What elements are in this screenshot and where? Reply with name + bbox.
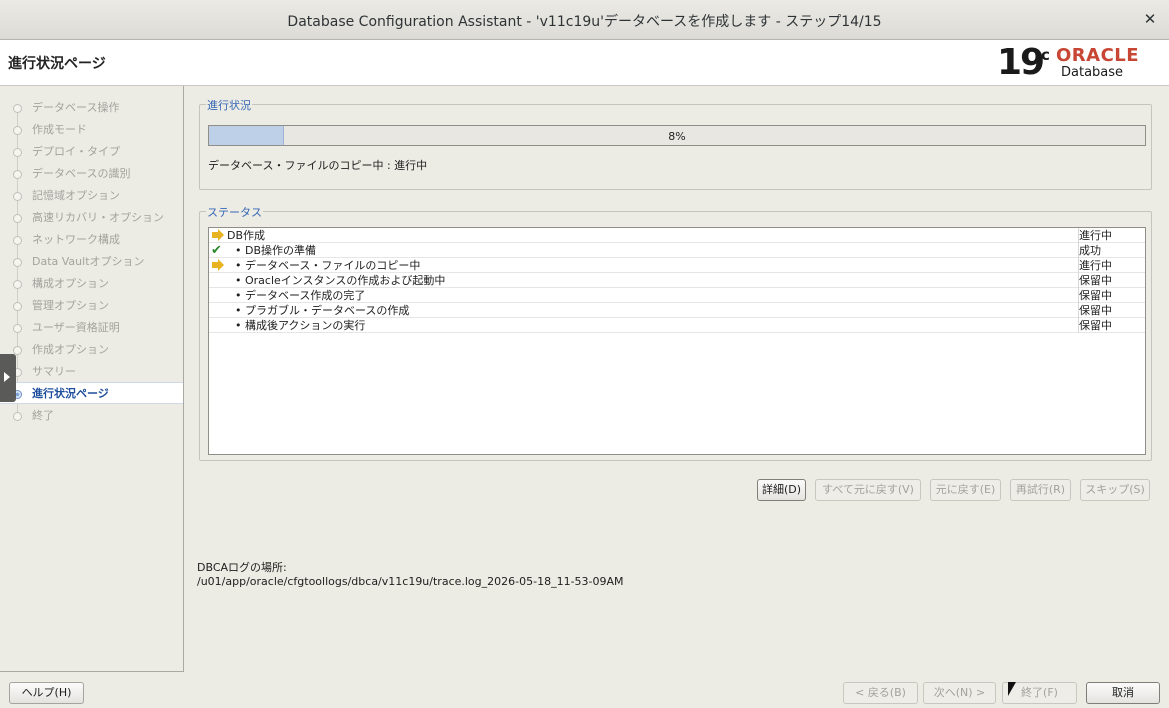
close-icon[interactable]: ✕ [1141,9,1159,29]
task-name: • 構成後アクションの実行 [235,319,366,332]
step-creation-options[interactable]: 作成オプション [0,339,183,361]
log-location-title: DBCAログの場所: [197,561,287,574]
step-dot-icon [13,258,22,267]
step-finish[interactable]: 終了 [0,405,183,427]
step-label: 作成オプション [32,343,109,356]
page-header: 進行状況ページ 19 c ORACLE Database [0,40,1169,86]
details-button[interactable]: 詳細(D) [757,479,806,501]
task-name: • Oracleインスタンスの作成および起動中 [235,274,446,287]
step-database-identification[interactable]: データベースの識別 [0,163,183,185]
progress-bar: 8% [208,125,1146,146]
progress-legend: 進行状況 [206,97,252,113]
logo-brand: ORACLE [1056,45,1140,66]
step-label: データベースの識別 [32,167,131,180]
step-dot-icon [13,192,22,201]
back-button[interactable]: < 戻る(B) [843,682,918,704]
table-row[interactable]: • Oracleインスタンスの作成および起動中 保留中 [209,273,1145,288]
revert-all-button[interactable]: すべて元に戻す(V) [815,479,921,501]
task-name: • DB操作の準備 [235,244,317,257]
revert-button[interactable]: 元に戻す(E) [930,479,1001,501]
logo-version: 19 [997,42,1045,83]
task-name: • データベース・ファイルのコピー中 [235,259,421,272]
table-row[interactable]: • データベース作成の完了 保留中 [209,288,1145,303]
step-label: デプロイ・タイプ [32,145,120,158]
window-titlebar: Database Configuration Assistant - 'v11c… [0,0,1169,40]
next-button[interactable]: 次へ(N) > [923,682,996,704]
step-dot-icon [13,214,22,223]
logo-product: Database [1061,65,1124,80]
step-fast-recovery-options[interactable]: 高速リカバリ・オプション [0,207,183,229]
task-status: 成功 [1078,243,1145,258]
log-location-path: /u01/app/oracle/cfgtoollogs/dbca/v11c19u… [197,575,624,588]
mouse-pointer-icon [1008,682,1016,696]
task-status: 保留中 [1078,303,1145,318]
step-label: 進行状況ページ [32,387,109,400]
step-data-vault-options[interactable]: Data Vaultオプション [0,251,183,273]
step-storage-options[interactable]: 記憶域オプション [0,185,183,207]
step-deploy-type[interactable]: デプロイ・タイプ [0,141,183,163]
step-dot-icon [13,324,22,333]
step-management-options[interactable]: 管理オプション [0,295,183,317]
step-label: 作成モード [32,123,87,136]
step-dot-icon [13,236,22,245]
step-dot-icon [13,280,22,289]
step-dot-icon [13,412,22,421]
table-row[interactable]: ✔ • DB操作の準備 成功 [209,243,1145,258]
steps-sidebar: データベース操作 作成モード デプロイ・タイプ データベースの識別 記憶域オプシ… [0,86,184,672]
status-table[interactable]: DB作成 進行中 ✔ • DB操作の準備 成功 • データベース・ファイルのコピ… [208,227,1146,455]
step-label: ユーザー資格証明 [32,321,120,334]
step-dot-icon [13,170,22,179]
task-name: DB作成 [227,229,266,242]
task-name: • プラガブル・データベースの作成 [235,304,410,317]
status-legend: ステータス [206,204,263,220]
table-row[interactable]: • プラガブル・データベースの作成 保留中 [209,303,1145,318]
progress-message: データベース・ファイルのコピー中 : 進行中 [208,159,428,172]
skip-button[interactable]: スキップ(S) [1080,479,1150,501]
check-icon: ✔ [211,243,222,258]
oracle-19c-logo: 19 c ORACLE Database [997,42,1159,84]
task-status: 進行中 [1078,258,1145,273]
step-label: 管理オプション [32,299,109,312]
step-label: 高速リカバリ・オプション [32,211,164,224]
step-label: Data Vaultオプション [32,255,145,268]
cancel-button[interactable]: 取消 [1086,682,1160,704]
step-creation-mode[interactable]: 作成モード [0,119,183,141]
task-name: • データベース作成の完了 [235,289,366,302]
task-status: 保留中 [1078,288,1145,303]
step-dot-icon [13,104,22,113]
status-group: ステータス DB作成 進行中 ✔ • DB操作の準備 成功 • データベース・フ… [199,204,1152,461]
page-title: 進行状況ページ [8,56,106,72]
step-label: データベース操作 [32,101,120,114]
step-label: サマリー [32,365,76,378]
window-title: Database Configuration Assistant - 'v11c… [287,14,882,30]
step-database-operation[interactable]: データベース操作 [0,97,183,119]
step-label: 終了 [32,409,54,422]
step-progress-page[interactable]: 進行状況ページ [0,382,183,404]
step-dot-icon [13,302,22,311]
table-row[interactable]: • データベース・ファイルのコピー中 進行中 [209,258,1145,273]
arrow-icon [211,259,225,272]
expand-arrow-icon [4,372,10,382]
progress-percent: 8% [668,130,686,143]
task-status: 保留中 [1078,318,1145,333]
logo-superscript: c [1041,46,1050,64]
step-summary[interactable]: サマリー [0,361,183,383]
table-row[interactable]: • 構成後アクションの実行 保留中 [209,318,1145,333]
step-dot-icon [13,126,22,135]
step-label: 記憶域オプション [32,189,120,202]
table-row[interactable]: DB作成 進行中 [209,228,1145,243]
task-status: 保留中 [1078,273,1145,288]
help-button[interactable]: ヘルプ(H) [9,682,84,704]
retry-button[interactable]: 再試行(R) [1010,479,1071,501]
step-network-config[interactable]: ネットワーク構成 [0,229,183,251]
task-status: 進行中 [1078,228,1145,243]
sidebar-expand-handle[interactable] [0,354,16,402]
progress-group: 進行状況 8% データベース・ファイルのコピー中 : 進行中 [199,97,1152,190]
step-dot-icon [13,148,22,157]
step-label: 構成オプション [32,277,109,290]
arrow-icon [211,229,225,242]
step-user-credentials[interactable]: ユーザー資格証明 [0,317,183,339]
step-configuration-options[interactable]: 構成オプション [0,273,183,295]
step-label: ネットワーク構成 [32,233,120,246]
